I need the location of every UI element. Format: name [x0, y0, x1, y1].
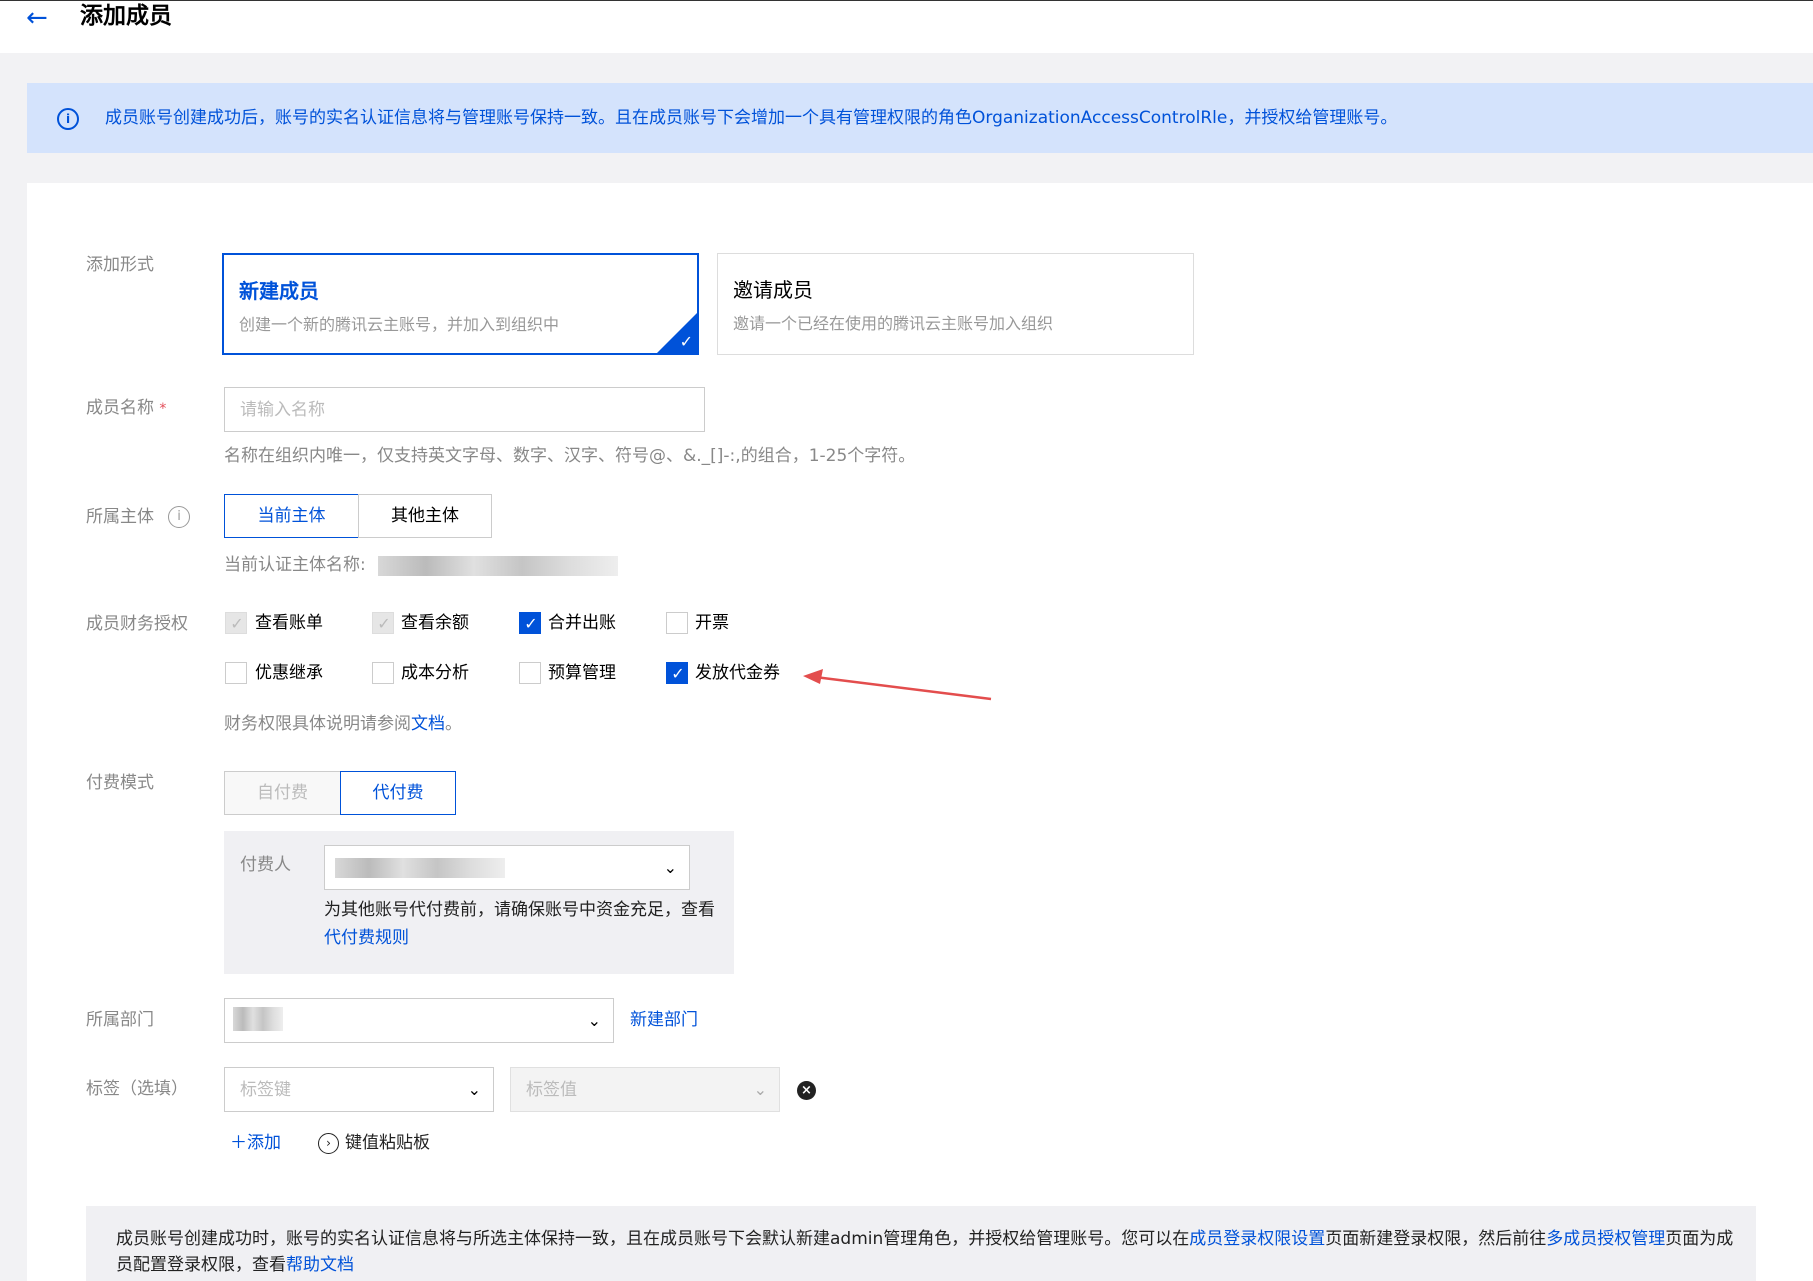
add-type-label: 添加形式: [86, 255, 154, 275]
checkbox-label: 发放代金券: [695, 663, 780, 683]
checkbox-issue-voucher[interactable]: ✓: [666, 662, 688, 684]
checkbox-invoice[interactable]: [666, 612, 688, 634]
arrow-head: [803, 669, 823, 684]
arrow-line: [814, 675, 992, 701]
footer-note-text: 成员账号创建成功时，账号的实名认证信息将与所选主体保持一致，且在成员账号下会默认…: [116, 1226, 1736, 1278]
option-desc: 创建一个新的腾讯云主账号，并加入到组织中: [239, 315, 560, 334]
plus-icon: ＋: [230, 1133, 247, 1153]
paste-board-label: 键值粘贴板: [345, 1133, 430, 1153]
checkbox-label: 查看账单: [255, 613, 323, 633]
tags-label: 标签（选填）: [86, 1079, 188, 1099]
member-name-input[interactable]: 请输入名称: [224, 387, 705, 432]
member-name-placeholder: 请输入名称: [240, 400, 325, 420]
current-entity-label: 当前认证主体名称:: [224, 555, 366, 575]
entity-current-button[interactable]: 当前主体: [224, 494, 359, 538]
close-circle-icon[interactable]: ×: [797, 1081, 816, 1100]
footer-text-2: 页面新建登录权限，然后前往: [1325, 1229, 1547, 1249]
footer-note: 成员账号创建成功时，账号的实名认证信息将与所选主体保持一致，且在成员账号下会默认…: [86, 1206, 1756, 1281]
payer-label: 付费人: [240, 855, 291, 875]
check-icon: ✓: [377, 614, 391, 633]
arrow-left-icon[interactable]: ←: [26, 5, 48, 31]
department-value-redacted: [233, 1007, 283, 1031]
member-name-label: 成员名称 *: [86, 396, 166, 421]
department-label: 所属部门: [86, 1010, 154, 1030]
checkbox-view-bill[interactable]: ✓: [225, 612, 247, 634]
checkbox-view-balance[interactable]: ✓: [372, 612, 394, 634]
check-icon: ✓: [671, 664, 685, 683]
payer-panel: 付费人 ⌄ 为其他账号代付费前，请确保账号中资金充足，查看代付费规则: [224, 831, 734, 974]
checkbox-label: 查看余额: [401, 613, 469, 633]
notice-text: 成员账号创建成功后，账号的实名认证信息将与管理账号保持一致。且在成员账号下会增加…: [105, 108, 1398, 128]
option-new-member[interactable]: 新建成员 创建一个新的腾讯云主账号，并加入到组织中 ✓: [222, 253, 699, 355]
entity-label: 所属主体: [86, 505, 154, 529]
info-icon: i: [57, 108, 79, 130]
payer-value-redacted: [335, 858, 505, 878]
docs-link[interactable]: 文档: [411, 714, 445, 734]
finance-label: 成员财务授权: [86, 614, 188, 634]
info-notice: i 成员账号创建成功后，账号的实名认证信息将与管理账号保持一致。且在成员账号下会…: [27, 83, 1813, 153]
chevron-down-icon: ⌄: [753, 1080, 767, 1099]
payer-note-text: 为其他账号代付费前，请确保账号中资金充足，查看: [324, 900, 715, 920]
page-header: ← 添加成员: [0, 0, 1813, 53]
checkbox-label: 开票: [695, 613, 729, 633]
checkbox-discount-inherit[interactable]: [225, 662, 247, 684]
proxy-pay-rules-link[interactable]: 代付费规则: [324, 928, 409, 948]
payer-select[interactable]: ⌄: [324, 845, 690, 890]
option-title: 新建成员: [239, 279, 319, 303]
checkbox-label: 预算管理: [548, 663, 616, 683]
entity-label-text: 所属主体: [86, 507, 154, 527]
new-department-link[interactable]: 新建部门: [630, 1008, 698, 1032]
page-title: 添加成员: [80, 3, 172, 29]
finance-hint-suffix: 。: [445, 714, 462, 734]
option-title: 邀请成员: [733, 278, 813, 302]
tag-key-select[interactable]: 标签键 ⌄: [224, 1067, 494, 1112]
checkbox-merge-billing[interactable]: ✓: [519, 612, 541, 634]
check-icon: ✓: [679, 332, 693, 351]
chevron-down-icon: ⌄: [663, 858, 677, 877]
paste-board-button[interactable]: › 键值粘贴板: [318, 1131, 430, 1155]
info-icon[interactable]: i: [168, 506, 190, 528]
finance-hint: 财务权限具体说明请参阅文档。: [224, 712, 462, 736]
payer-note: 为其他账号代付费前，请确保账号中资金充足，查看代付费规则: [324, 896, 724, 952]
checkbox-cost-analysis[interactable]: [372, 662, 394, 684]
checkbox-label: 成本分析: [401, 663, 469, 683]
entity-other-button[interactable]: 其他主体: [358, 494, 492, 538]
add-tag-button[interactable]: ＋添加: [230, 1131, 281, 1155]
check-icon: ✓: [524, 614, 538, 633]
chevron-right-circle-icon: ›: [318, 1132, 339, 1154]
department-select[interactable]: ⌄: [224, 998, 614, 1043]
option-desc: 邀请一个已经在使用的腾讯云主账号加入组织: [733, 314, 1054, 333]
checkbox-label: 优惠继承: [255, 663, 323, 683]
checkbox-label: 合并出账: [548, 613, 616, 633]
tag-value-placeholder: 标签值: [526, 1080, 577, 1100]
annotation-arrow: [803, 669, 992, 701]
chevron-down-icon: ⌄: [587, 1011, 601, 1030]
entity-name-redacted: [378, 556, 618, 576]
self-pay-button[interactable]: 自付费: [224, 771, 341, 815]
chevron-down-icon: ⌄: [467, 1080, 481, 1099]
option-invite-member[interactable]: 邀请成员 邀请一个已经在使用的腾讯云主账号加入组织: [717, 253, 1194, 355]
member-name-hint: 名称在组织内唯一，仅支持英文字母、数字、汉字、符号@、&._[]-:,的组合，1…: [224, 446, 916, 466]
multi-member-auth-link[interactable]: 多成员授权管理: [1546, 1229, 1665, 1249]
add-tag-label: 添加: [247, 1133, 281, 1153]
tag-value-select[interactable]: 标签值 ⌄: [510, 1067, 780, 1112]
proxy-pay-button[interactable]: 代付费: [340, 771, 456, 815]
footer-text-1: 成员账号创建成功时，账号的实名认证信息将与所选主体保持一致，且在成员账号下会默认…: [116, 1229, 1190, 1249]
required-mark: *: [159, 401, 167, 417]
tag-key-placeholder: 标签键: [240, 1080, 291, 1100]
member-name-label-text: 成员名称: [86, 398, 154, 418]
help-doc-link[interactable]: 帮助文档: [286, 1255, 354, 1275]
finance-hint-text: 财务权限具体说明请参阅: [224, 714, 411, 734]
login-permission-link[interactable]: 成员登录权限设置: [1189, 1229, 1325, 1249]
checkbox-budget[interactable]: [519, 662, 541, 684]
pay-mode-label: 付费模式: [86, 773, 154, 793]
check-icon: ✓: [230, 614, 244, 633]
